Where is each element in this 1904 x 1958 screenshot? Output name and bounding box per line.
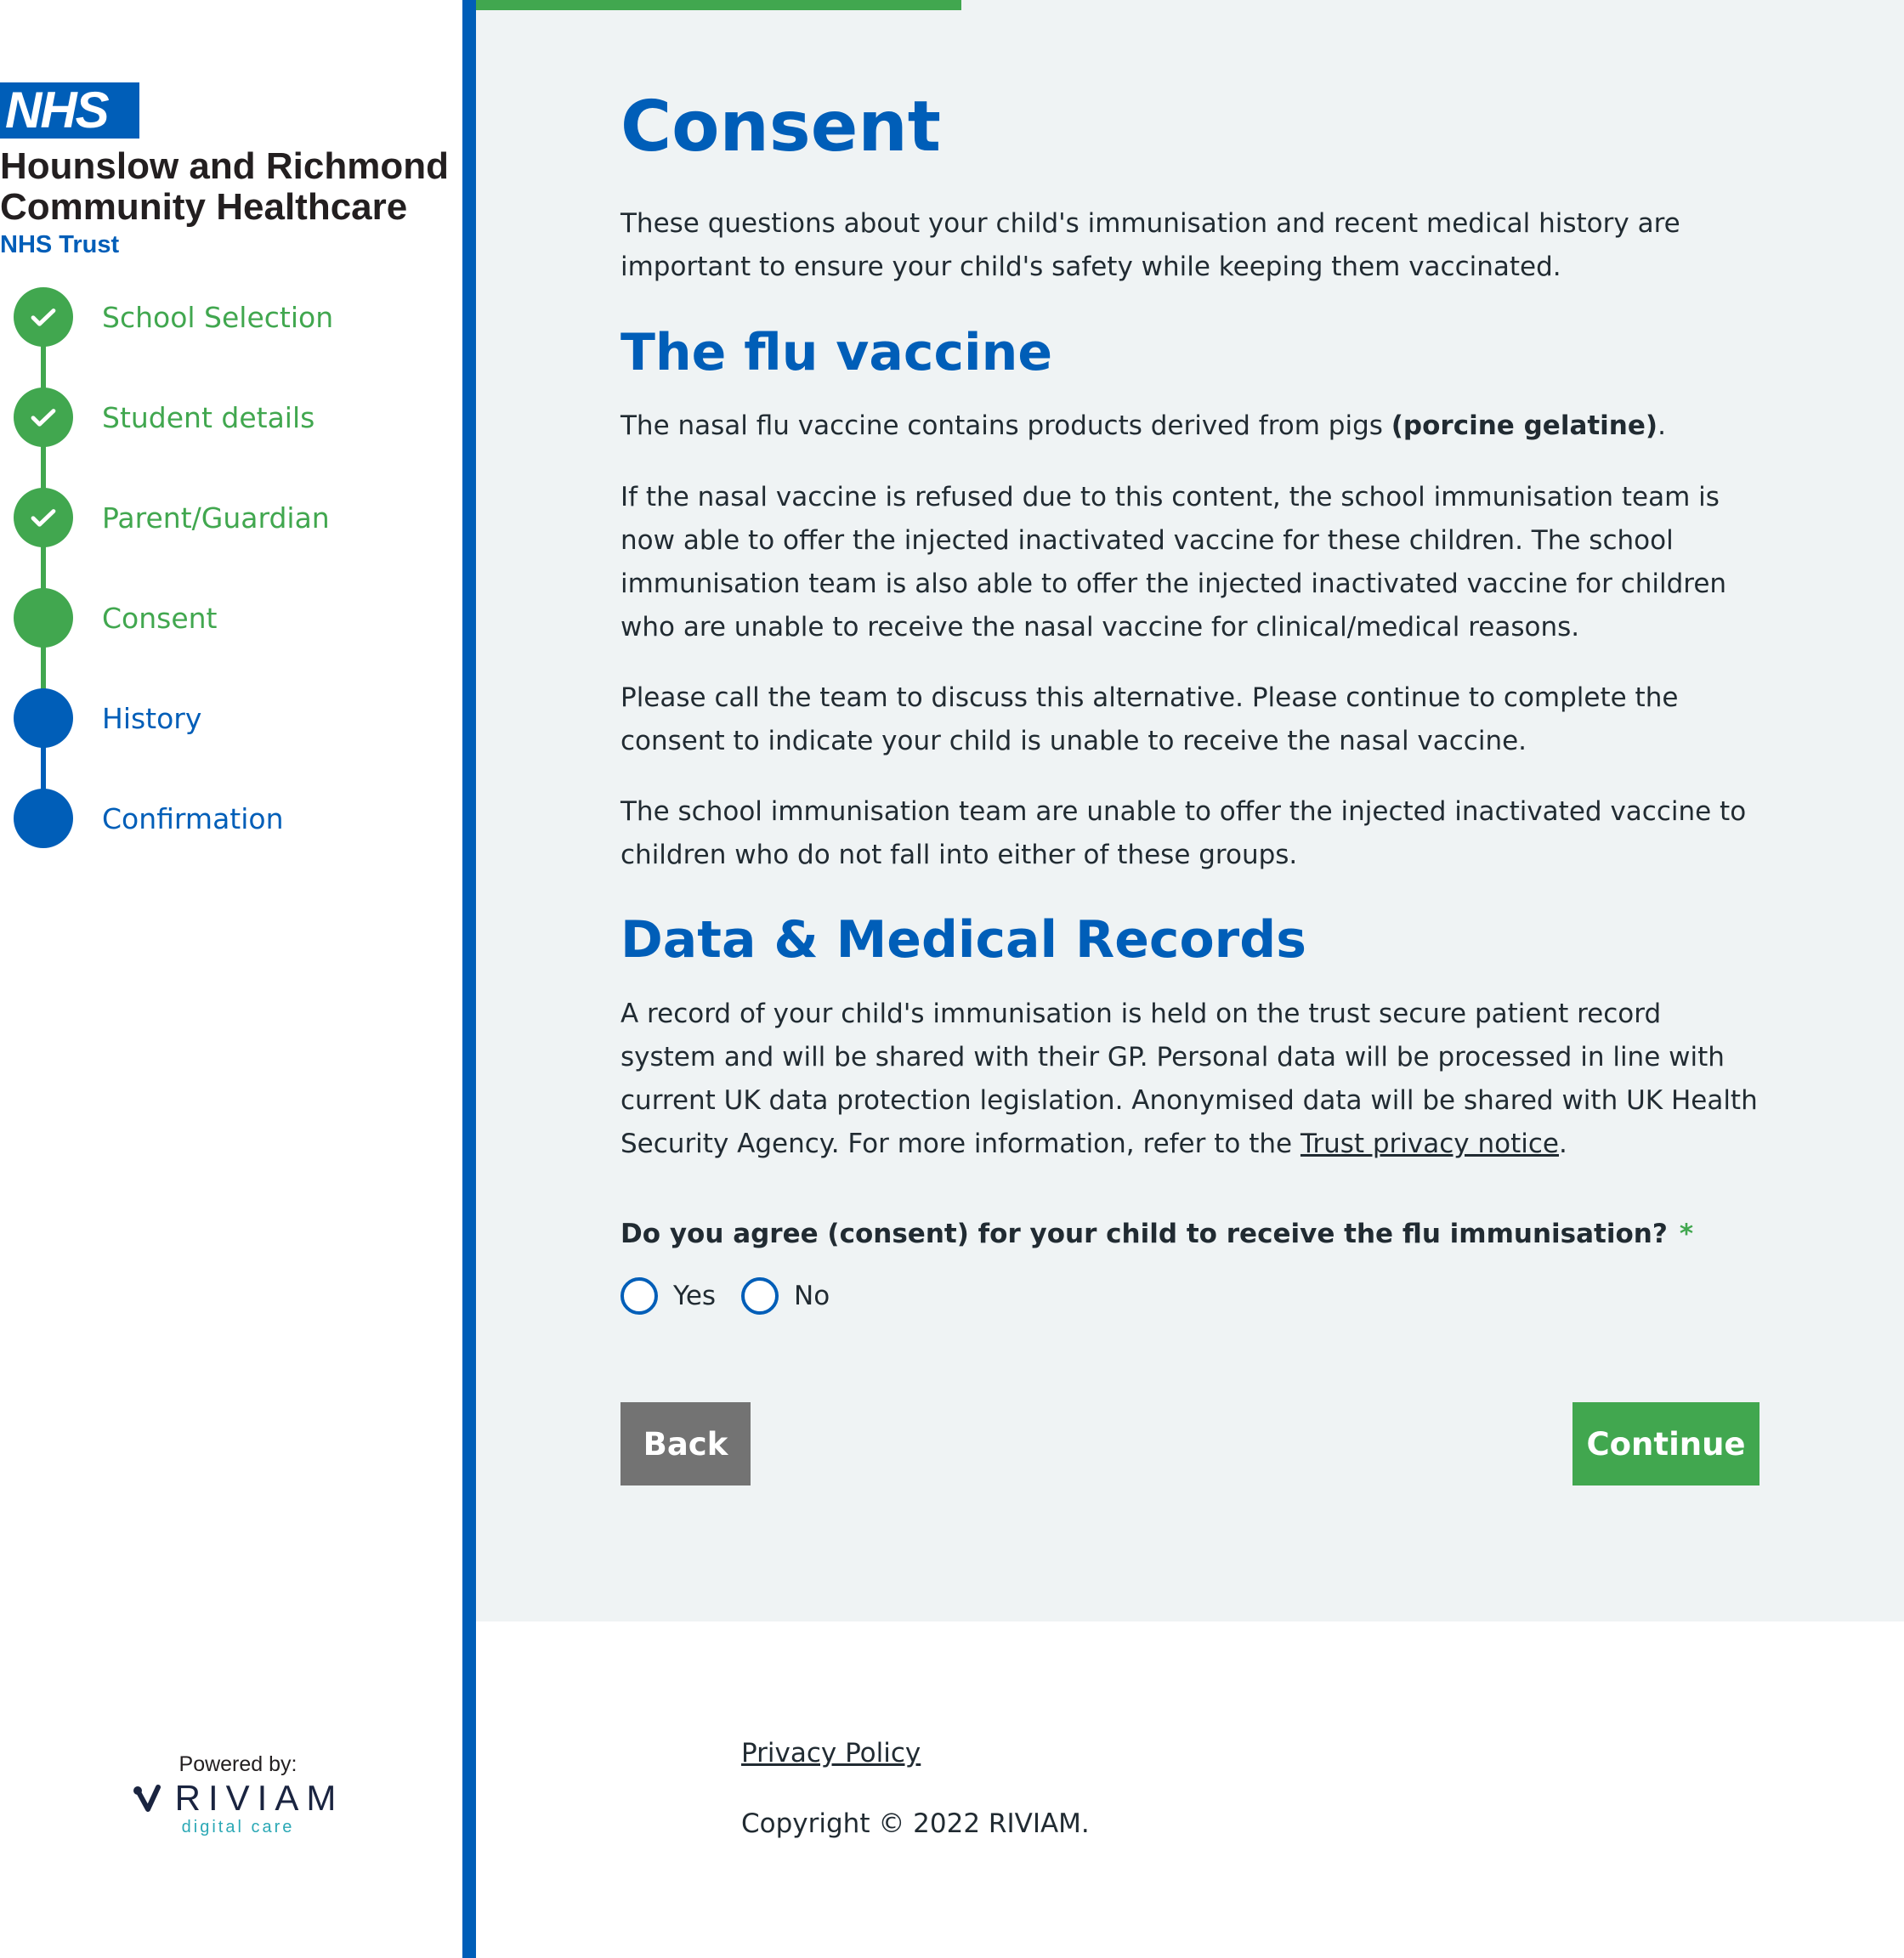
step-current-dot <box>14 588 73 648</box>
riviam-logo-icon <box>133 1785 161 1812</box>
consent-yes-option[interactable]: Yes <box>620 1277 716 1315</box>
nhs-logo: NHS <box>0 82 139 139</box>
step-school-selection[interactable]: School Selection <box>14 287 333 347</box>
step-upcoming-dot <box>14 789 73 848</box>
back-button[interactable]: Back <box>620 1402 751 1485</box>
flu-vaccine-heading: The flu vaccine <box>620 323 1053 382</box>
records-paragraph: A record of your child's immunisation is… <box>620 993 1764 1166</box>
powered-by: Powered by: RIVIAM digital care <box>0 1752 476 1837</box>
flu-paragraph-groups: The school immunisation team are unable … <box>620 796 1747 870</box>
step-label: Parent/Guardian <box>102 501 330 535</box>
step-label: Consent <box>102 601 218 635</box>
step-parent-guardian[interactable]: Parent/Guardian <box>14 488 330 547</box>
page-title: Consent <box>620 87 941 167</box>
privacy-policy-link[interactable]: Privacy Policy <box>741 1738 921 1768</box>
org-name-line2: Community Healthcare <box>0 186 408 228</box>
check-icon <box>31 509 56 527</box>
step-confirmation: Confirmation <box>14 789 284 848</box>
radio-no-label[interactable]: No <box>794 1281 830 1311</box>
sidebar-divider <box>462 0 476 1958</box>
intro-text: These questions about your child's immun… <box>620 208 1680 282</box>
continue-button[interactable]: Continue <box>1572 1402 1760 1485</box>
org-name: Hounslow and Richmond Community Healthca… <box>0 146 459 228</box>
step-history: History <box>14 688 201 748</box>
records-end: . <box>1559 1129 1567 1159</box>
records-text: A record of your child's immunisation is… <box>620 999 1758 1159</box>
consent-radio-group: Yes No <box>620 1277 855 1315</box>
radio-yes-label[interactable]: Yes <box>673 1281 716 1311</box>
riviam-logo: RIVIAM <box>0 1779 476 1818</box>
flu-paragraph-alternative: Please call the team to discuss this alt… <box>620 682 1679 756</box>
footer: Privacy Policy Copyright © 2022 RIVIAM. <box>476 1621 1904 1958</box>
trust-privacy-notice-link[interactable]: Trust privacy notice <box>1300 1129 1559 1159</box>
org-subtitle: NHS Trust <box>0 231 120 258</box>
step-complete-dot <box>14 287 73 347</box>
step-consent[interactable]: Consent <box>14 588 218 648</box>
sidebar: NHS Hounslow and Richmond Community Heal… <box>0 0 462 1958</box>
main-panel: Consent These questions about your child… <box>476 0 1904 1621</box>
consent-question: Do you agree (consent) for your child to… <box>620 1219 1693 1249</box>
radio-no[interactable] <box>741 1277 779 1315</box>
org-name-line1: Hounslow and Richmond <box>0 145 449 187</box>
step-label: Confirmation <box>102 801 284 835</box>
step-complete-dot <box>14 488 73 547</box>
consent-question-label: Do you agree (consent) for your child to… <box>620 1219 1668 1249</box>
flu-paragraph-refusal: If the nasal vaccine is refused due to t… <box>620 482 1727 642</box>
radio-yes[interactable] <box>620 1277 658 1315</box>
progress-bar <box>476 0 962 10</box>
step-complete-dot <box>14 388 73 447</box>
flu-porcine-end: . <box>1658 410 1666 441</box>
step-label: Student details <box>102 400 315 434</box>
step-label: History <box>102 701 202 735</box>
powered-by-label: Powered by: <box>178 1752 298 1776</box>
data-records-heading: Data & Medical Records <box>620 910 1306 970</box>
flu-porcine-bold: (porcine gelatine) <box>1391 410 1658 441</box>
step-student-details[interactable]: Student details <box>14 388 314 447</box>
consent-no-option[interactable]: No <box>741 1277 830 1315</box>
check-icon <box>31 409 56 427</box>
required-marker: * <box>1679 1219 1694 1249</box>
riviam-tagline: digital care <box>181 1818 295 1836</box>
riviam-wordmark: RIVIAM <box>174 1778 344 1818</box>
step-label: School Selection <box>102 300 334 334</box>
copyright-text: Copyright © 2022 RIVIAM. <box>741 1808 1090 1839</box>
flu-paragraph-porcine: The nasal flu vaccine contains products … <box>620 405 1764 448</box>
flu-porcine-text: The nasal flu vaccine contains products … <box>620 410 1383 441</box>
check-icon <box>31 308 56 326</box>
step-upcoming-dot <box>14 688 73 748</box>
